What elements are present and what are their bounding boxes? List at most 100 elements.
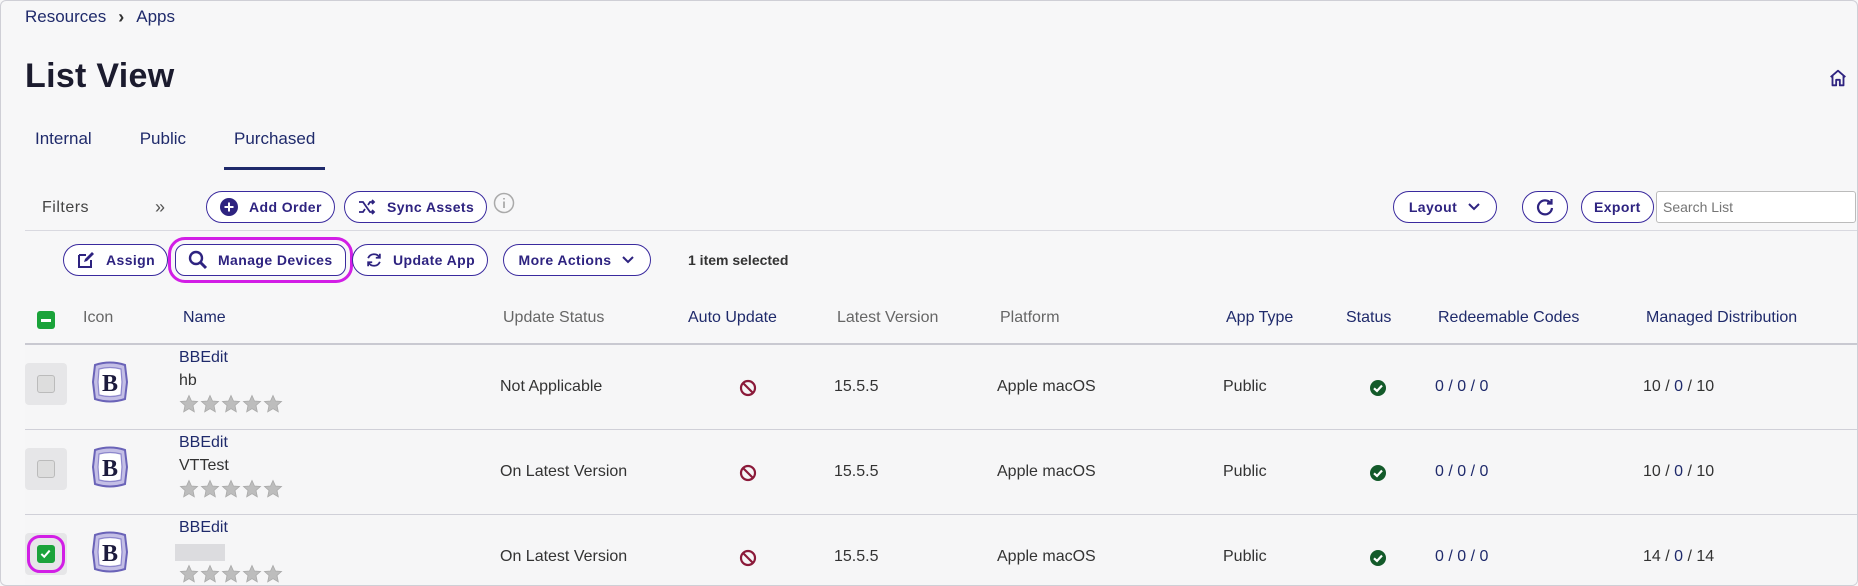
dist-total: 10 bbox=[1696, 463, 1715, 480]
table-row[interactable]: B BBEdit VTTest On Latest Version 15.5.5… bbox=[25, 430, 1857, 515]
row-checkbox-cell[interactable] bbox=[25, 363, 67, 405]
indeterminate-icon bbox=[41, 318, 51, 322]
expand-filters-icon[interactable]: » bbox=[155, 197, 165, 218]
shuffle-icon bbox=[359, 199, 376, 215]
star-rating bbox=[179, 564, 284, 584]
info-icon[interactable] bbox=[493, 192, 515, 214]
col-auto-update[interactable]: Auto Update bbox=[688, 309, 777, 327]
home-icon[interactable] bbox=[1827, 67, 1849, 89]
star-icon[interactable] bbox=[179, 479, 199, 499]
star-icon[interactable] bbox=[200, 479, 220, 499]
dist-assigned[interactable]: 0 bbox=[1674, 378, 1683, 395]
app-name-link[interactable]: BBEdit bbox=[179, 519, 228, 537]
assign-button[interactable]: Assign bbox=[63, 244, 169, 276]
prohibited-icon bbox=[739, 464, 757, 482]
managed-distribution: 10 / 0 / 10 bbox=[1643, 463, 1715, 480]
col-icon: Icon bbox=[83, 309, 114, 326]
star-icon[interactable] bbox=[242, 479, 262, 499]
star-icon[interactable] bbox=[200, 564, 220, 584]
row-checkbox[interactable] bbox=[37, 375, 55, 393]
star-icon[interactable] bbox=[200, 394, 220, 414]
col-redeemable-codes[interactable]: Redeemable Codes bbox=[1438, 309, 1579, 327]
star-icon[interactable] bbox=[242, 564, 262, 584]
add-order-button[interactable]: Add Order bbox=[206, 191, 335, 223]
dist-assigned[interactable]: 0 bbox=[1674, 463, 1683, 480]
tab-public[interactable]: Public bbox=[130, 125, 196, 170]
app-name-link[interactable]: BBEdit bbox=[179, 434, 228, 452]
chevron-down-icon bbox=[622, 256, 635, 264]
redeemable-codes[interactable]: 0 / 0 / 0 bbox=[1435, 548, 1488, 566]
latest-version: 15.5.5 bbox=[834, 378, 879, 395]
select-all-checkbox[interactable] bbox=[37, 311, 55, 329]
bbedit-logo-icon: B bbox=[91, 361, 129, 403]
more-actions-label: More Actions bbox=[518, 252, 612, 268]
managed-distribution: 10 / 0 / 10 bbox=[1643, 378, 1715, 395]
redeemable-codes[interactable]: 0 / 0 / 0 bbox=[1435, 378, 1488, 396]
col-latest-version[interactable]: Latest Version bbox=[837, 309, 938, 327]
platform: Apple macOS bbox=[997, 463, 1096, 480]
dist-total: 10 bbox=[1696, 378, 1715, 395]
bbedit-logo-icon: B bbox=[91, 531, 129, 573]
svg-text:B: B bbox=[102, 456, 118, 482]
col-status[interactable]: Status bbox=[1346, 309, 1391, 327]
refresh-icon bbox=[367, 253, 381, 267]
tab-purchased[interactable]: Purchased bbox=[224, 125, 326, 170]
table-row[interactable]: B BBEdit On Latest Version 15.5.5 Apple … bbox=[25, 515, 1857, 585]
star-icon[interactable] bbox=[221, 479, 241, 499]
table-row[interactable]: B BBEdit hb Not Applicable 15.5.5 Apple … bbox=[25, 345, 1857, 430]
layout-dropdown[interactable]: Layout bbox=[1393, 191, 1497, 223]
app-type: Public bbox=[1223, 463, 1267, 480]
col-managed-distribution[interactable]: Managed Distribution bbox=[1646, 309, 1797, 327]
app-name-link[interactable]: BBEdit bbox=[179, 349, 228, 367]
latest-version: 15.5.5 bbox=[834, 463, 879, 480]
tab-internal[interactable]: Internal bbox=[25, 125, 102, 170]
breadcrumb-apps[interactable]: Apps bbox=[136, 7, 175, 27]
update-status: On Latest Version bbox=[500, 548, 628, 565]
update-status: Not Applicable bbox=[500, 378, 603, 395]
breadcrumb-chevron-icon: › bbox=[118, 6, 125, 27]
dist-assigned[interactable]: 0 bbox=[1674, 548, 1683, 565]
star-icon[interactable] bbox=[221, 564, 241, 584]
col-platform[interactable]: Platform bbox=[1000, 309, 1060, 327]
sync-assets-button[interactable]: Sync Assets bbox=[344, 191, 488, 223]
manage-devices-button[interactable]: Manage Devices bbox=[168, 237, 353, 283]
star-icon[interactable] bbox=[221, 394, 241, 414]
star-icon[interactable] bbox=[263, 564, 283, 584]
row-checkbox[interactable] bbox=[27, 535, 65, 573]
app-type: Public bbox=[1223, 548, 1267, 565]
star-icon[interactable] bbox=[263, 479, 283, 499]
platform: Apple macOS bbox=[997, 378, 1096, 395]
layout-label: Layout bbox=[1408, 199, 1458, 215]
search-input[interactable] bbox=[1656, 191, 1856, 223]
star-icon[interactable] bbox=[179, 564, 199, 584]
apps-table: Icon Name Update Status Auto Update Late… bbox=[25, 295, 1857, 585]
row-checkbox-cell[interactable] bbox=[25, 533, 67, 575]
dist-used: 10 bbox=[1643, 463, 1661, 480]
add-order-label: Add Order bbox=[249, 199, 322, 215]
page-title: List View bbox=[25, 57, 175, 95]
dist-used: 14 bbox=[1643, 548, 1661, 565]
row-checkbox-cell[interactable] bbox=[25, 448, 67, 490]
breadcrumb-resources[interactable]: Resources bbox=[25, 7, 106, 27]
more-actions-dropdown[interactable]: More Actions bbox=[503, 244, 651, 276]
export-button[interactable]: Export bbox=[1581, 191, 1654, 223]
dist-total: 14 bbox=[1696, 548, 1715, 565]
check-circle-icon bbox=[1370, 380, 1386, 396]
update-app-button[interactable]: Update App bbox=[352, 244, 489, 276]
breadcrumb: Resources › Apps bbox=[25, 5, 175, 29]
refresh-button[interactable] bbox=[1522, 191, 1568, 223]
col-name[interactable]: Name bbox=[183, 309, 226, 327]
row-checkbox[interactable] bbox=[37, 460, 55, 478]
col-app-type[interactable]: App Type bbox=[1226, 309, 1293, 327]
col-update-status[interactable]: Update Status bbox=[503, 309, 604, 327]
star-rating bbox=[179, 394, 284, 414]
app-type: Public bbox=[1223, 378, 1267, 395]
manage-devices-label: Manage Devices bbox=[218, 252, 333, 268]
redacted-subtitle bbox=[175, 544, 225, 561]
star-icon[interactable] bbox=[242, 394, 262, 414]
update-app-label: Update App bbox=[393, 252, 476, 268]
redeemable-codes[interactable]: 0 / 0 / 0 bbox=[1435, 463, 1488, 481]
star-icon[interactable] bbox=[179, 394, 199, 414]
star-rating bbox=[179, 479, 284, 499]
star-icon[interactable] bbox=[263, 394, 283, 414]
